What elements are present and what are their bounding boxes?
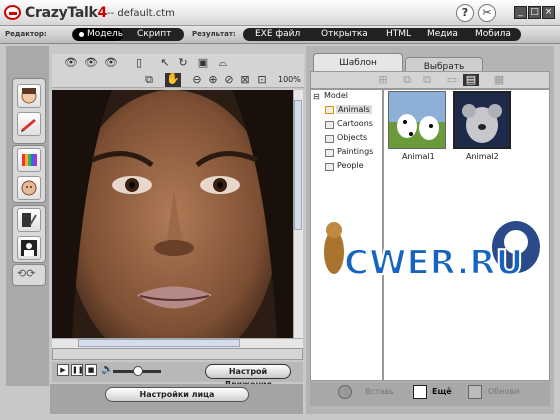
- lib-view-icon[interactable]: ▤: [463, 74, 479, 86]
- motion-settings-button[interactable]: Настрой Движения: [205, 364, 291, 389]
- app-logo-icon: [4, 5, 21, 20]
- eye-view3-icon[interactable]: 👁: [104, 57, 118, 69]
- lib-tool-6-icon[interactable]: ▦: [492, 74, 506, 86]
- eye-view-icon[interactable]: 👁: [64, 57, 78, 69]
- minimize-button[interactable]: _: [514, 6, 527, 19]
- thumbnail-animal2[interactable]: [453, 91, 511, 149]
- zoom-out-icon[interactable]: ⊖: [190, 74, 204, 86]
- save-icon[interactable]: ▣: [196, 57, 210, 69]
- insert-icon: [338, 385, 352, 399]
- zoom-in-icon[interactable]: ⊕: [206, 74, 220, 86]
- tree-collapse-icon[interactable]: ⊟: [313, 92, 320, 101]
- close-button[interactable]: ×: [542, 6, 555, 19]
- brush-icon[interactable]: [17, 112, 41, 136]
- lib-tool-4-icon[interactable]: ▭: [445, 74, 459, 86]
- watermark-text: CWER.RU: [344, 243, 523, 283]
- editor-label: Редактор:: [5, 30, 47, 38]
- more-icon: [413, 385, 427, 399]
- output-html-button[interactable]: HTML: [386, 29, 411, 39]
- category-people[interactable]: People: [337, 161, 364, 170]
- folder-icon: [325, 106, 334, 114]
- output-mobile-button[interactable]: Мобила: [475, 29, 511, 39]
- face-portrait-image: [52, 90, 293, 338]
- refresh-icon: [468, 385, 482, 399]
- watermark-logo: CWER.RU: [316, 212, 544, 296]
- folder-icon: [325, 149, 334, 157]
- fit-icon[interactable]: ⧉: [142, 74, 156, 86]
- tools-button[interactable]: ✂: [478, 4, 496, 22]
- lips-icon[interactable]: ⌓: [216, 57, 230, 69]
- output-exe-button[interactable]: EXE файл: [255, 29, 300, 39]
- folder-icon: [325, 135, 334, 143]
- lib-tool-3-icon[interactable]: ⧉: [420, 74, 434, 86]
- page-icon[interactable]: ▯: [132, 57, 146, 69]
- category-cartoons[interactable]: Cartoons: [337, 119, 373, 128]
- no-zoom-icon[interactable]: ⊘: [222, 74, 236, 86]
- pointer-icon[interactable]: ↖: [158, 57, 172, 69]
- thumbnail-animal1[interactable]: [388, 91, 446, 149]
- category-objects[interactable]: Objects: [337, 133, 367, 142]
- thumbnail-label: Animal1: [402, 152, 435, 161]
- mask-edit-icon[interactable]: [17, 208, 41, 232]
- eye-view2-icon[interactable]: 👁: [84, 57, 98, 69]
- mode-script-button[interactable]: Скрипт: [137, 29, 171, 39]
- zoom-level: 100%: [278, 75, 301, 84]
- actual-size-icon[interactable]: ⊡: [255, 74, 269, 86]
- undo-redo-icon[interactable]: ⟲⟳: [17, 267, 35, 280]
- fit-screen-icon[interactable]: ⊠: [238, 74, 252, 86]
- background-icon[interactable]: [17, 236, 41, 260]
- face-import-icon[interactable]: [17, 84, 41, 108]
- insert-button[interactable]: Вставь: [365, 387, 394, 396]
- pause-button[interactable]: ❚❚: [71, 364, 84, 376]
- tab-template[interactable]: Шаблон: [313, 53, 403, 71]
- speaker-icon: 🔈: [101, 364, 114, 375]
- mode-model-button[interactable]: Модель: [73, 28, 123, 41]
- hand-icon[interactable]: ✋: [165, 73, 181, 87]
- face-orient-icon[interactable]: [17, 176, 41, 200]
- face-viewer[interactable]: [52, 90, 293, 338]
- play-button[interactable]: ▶: [57, 364, 69, 376]
- more-button[interactable]: Ещё: [432, 387, 452, 396]
- help-button[interactable]: ?: [456, 4, 474, 22]
- output-card-button[interactable]: Открытка: [321, 29, 368, 39]
- thumbnail-label: Animal2: [466, 152, 499, 161]
- vertical-scroll-thumb[interactable]: [294, 100, 302, 230]
- color-palette-icon[interactable]: [17, 148, 41, 172]
- refresh-button[interactable]: Обнови: [488, 387, 519, 396]
- volume-knob[interactable]: [133, 366, 143, 376]
- horizontal-scroll-thumb[interactable]: [78, 339, 240, 347]
- folder-icon: [325, 121, 334, 129]
- app-title: CrazyTalk4: [25, 5, 107, 21]
- timeline-track[interactable]: [52, 348, 303, 360]
- output-media-button[interactable]: Медиа: [427, 29, 458, 39]
- category-animals[interactable]: Animals: [336, 105, 372, 114]
- folder-icon: [325, 163, 334, 171]
- maximize-button[interactable]: □: [528, 6, 541, 19]
- lib-tool-1-icon[interactable]: ⊞: [376, 74, 390, 86]
- lib-tool-2-icon[interactable]: ⧉: [400, 74, 414, 86]
- category-paintings[interactable]: Paintings: [337, 147, 373, 156]
- face-settings-button[interactable]: Настройки лица: [105, 387, 249, 402]
- stop-button[interactable]: ■: [85, 364, 97, 376]
- rotate-icon[interactable]: ↻: [176, 57, 190, 69]
- result-label: Результат:: [192, 30, 236, 38]
- document-title: -- default.ctm: [107, 8, 175, 19]
- tree-root[interactable]: Model: [324, 91, 348, 100]
